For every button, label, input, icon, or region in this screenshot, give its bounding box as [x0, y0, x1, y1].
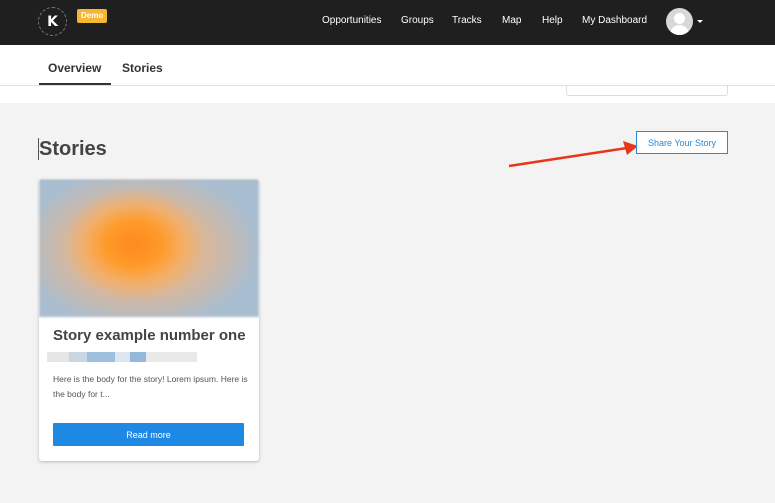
- story-excerpt: Here is the body for the story! Lorem ip…: [53, 374, 248, 399]
- page-title: Stories: [39, 138, 107, 160]
- top-navigation-bar: K Demo Opportunities Groups Tracks Map H…: [0, 0, 775, 45]
- arrow-shaft: [508, 146, 628, 168]
- redacted-block: [130, 352, 146, 362]
- user-avatar-icon[interactable]: [666, 8, 693, 35]
- redacted-block: [146, 352, 197, 362]
- story-card[interactable]: Story example number one Here is the bod…: [39, 179, 259, 461]
- story-title[interactable]: Story example number one: [53, 327, 246, 344]
- redacted-block: [47, 352, 69, 362]
- tab-overview[interactable]: Overview: [48, 61, 101, 75]
- tab-bar: Overview Stories: [0, 45, 775, 86]
- nav-map[interactable]: Map: [502, 15, 521, 26]
- avatar-body: [670, 25, 689, 35]
- nav-my-dashboard[interactable]: My Dashboard: [582, 15, 647, 26]
- nav-tracks[interactable]: Tracks: [452, 15, 482, 26]
- nav-help[interactable]: Help: [542, 15, 563, 26]
- story-cover-image[interactable]: [39, 179, 259, 317]
- tab-stories[interactable]: Stories: [122, 61, 163, 75]
- redacted-block: [115, 352, 130, 362]
- nav-opportunities[interactable]: Opportunities: [322, 15, 381, 26]
- story-meta-redacted: [47, 352, 197, 362]
- redacted-block: [87, 352, 115, 362]
- read-more-button[interactable]: Read more: [53, 423, 244, 446]
- active-tab-indicator: [39, 83, 111, 85]
- search-box-edge[interactable]: [566, 86, 728, 96]
- avatar-head: [674, 13, 685, 24]
- logo[interactable]: K: [38, 7, 67, 36]
- share-your-story-button[interactable]: Share Your Story: [636, 131, 728, 154]
- annotation-arrow: [508, 141, 638, 168]
- redacted-block: [69, 352, 87, 362]
- demo-badge: Demo: [77, 9, 108, 23]
- chevron-down-icon[interactable]: [697, 20, 703, 23]
- nav-groups[interactable]: Groups: [401, 15, 434, 26]
